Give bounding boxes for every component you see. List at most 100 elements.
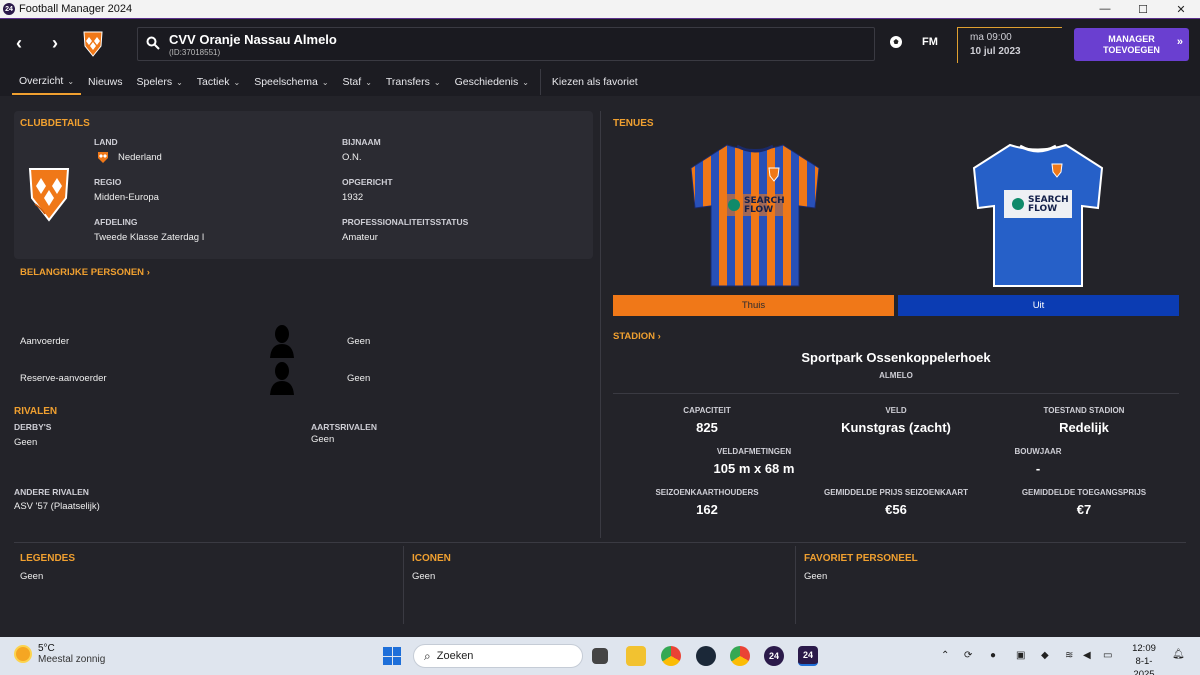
tab-geschiedenis[interactable]: Geschiedenis ⌄ [448, 69, 536, 95]
club-crest-large-icon [28, 168, 70, 222]
opgericht-label: OPGERICHT [342, 177, 393, 187]
football-icon[interactable] [889, 35, 903, 49]
chevron-down-icon: ⌄ [433, 77, 441, 87]
tab-label: Tactiek [196, 76, 230, 88]
weather-description: Meestal zonnig [38, 654, 106, 665]
weather-temperature: 5°C [38, 643, 55, 654]
sun-weather-icon [14, 645, 32, 663]
header-bar: ‹ › CVV Oranje Nassau Almelo (ID:3701855… [0, 18, 1200, 68]
kits-title: TENUES [613, 118, 654, 129]
taskbar-clock[interactable]: 12:09 8-1-2025 [1125, 642, 1163, 675]
chevron-down-icon: ⌄ [67, 76, 75, 86]
game-date: ma 09:00 10 jul 2023 [957, 27, 1062, 63]
chevron-right-icon: › [655, 331, 661, 342]
close-icon[interactable]: ✕ [1162, 0, 1200, 18]
capacity-value: 825 [696, 420, 718, 435]
away-shirt-image[interactable]: SEARCH FLOW [970, 140, 1106, 290]
vice-captain-value: Geen [347, 373, 371, 384]
security-shield-icon[interactable]: ◆ [1041, 650, 1049, 661]
afdeling-value[interactable]: Tweede Klasse Zaterdag I [94, 232, 204, 243]
club-crest-icon[interactable] [82, 29, 104, 57]
steam-icon[interactable] [696, 646, 716, 666]
avg-ticket-price-value: €7 [1076, 502, 1092, 517]
land-value[interactable]: Nederland [118, 152, 162, 163]
person-silhouette-icon[interactable] [269, 361, 295, 395]
window-titlebar: 24 Football Manager 2024 — ☐ ✕ [0, 0, 1200, 18]
app-logo-icon: 24 [3, 3, 15, 15]
tab-tactiek[interactable]: Tactiek ⌄ [190, 69, 247, 95]
build-year-label: BOUWJAAR [1014, 447, 1062, 456]
notification-bell-icon[interactable]: 🔔︎ [1172, 649, 1185, 660]
derby-label: DERBY'S [14, 422, 52, 432]
tab-transfers[interactable]: Transfers ⌄ [379, 69, 448, 95]
club-search-box[interactable]: CVV Oranje Nassau Almelo (ID:37018551) [137, 27, 875, 61]
tab-staf[interactable]: Staf ⌄ [336, 69, 379, 95]
tab-speelschema[interactable]: Speelschema ⌄ [247, 69, 335, 95]
club-nav-tabs: Overzicht ⌄ Nieuws Spelers ⌄ Tactiek ⌄ Spee… [0, 68, 1200, 96]
clock-date: 8-1-2025 [1133, 656, 1155, 675]
tab-overzicht[interactable]: Overzicht ⌄ [12, 69, 82, 95]
minimize-icon[interactable]: — [1086, 0, 1124, 18]
chevron-down-icon: ⌄ [522, 77, 529, 87]
fm-app-icon[interactable]: 24 [764, 646, 784, 666]
chevron-down-icon: ⌄ [321, 77, 329, 87]
capacity-label: CAPACITEIT [683, 406, 731, 415]
forward-arrow-icon[interactable]: › [52, 33, 58, 54]
legends-value: Geen [20, 571, 44, 582]
volume-icon[interactable]: ◀ [1083, 650, 1091, 661]
stadium-name: Sportpark Ossenkoppelerhoek [801, 350, 991, 365]
person-silhouette-icon[interactable] [269, 324, 295, 358]
maximize-icon[interactable]: ☐ [1124, 0, 1162, 18]
home-sponsor-text-2: FLOW [744, 205, 773, 215]
away-kit-tab[interactable]: Uit [898, 295, 1179, 316]
task-view-icon[interactable] [592, 648, 608, 664]
home-shirt-image[interactable]: SEARCH FLOW [687, 140, 823, 290]
file-explorer-icon[interactable] [626, 646, 646, 666]
bottom-divider [14, 542, 1186, 543]
tab-label: Kiezen als favoriet [551, 76, 638, 88]
rivals-title: RIVALEN [14, 406, 58, 417]
tab-spelers[interactable]: Spelers ⌄ [129, 69, 189, 95]
back-arrow-icon[interactable]: ‹ [16, 33, 22, 54]
legends-title: LEGENDES [20, 553, 76, 564]
arch-rivals-label: AARTSRIVALEN [311, 422, 377, 432]
tab-nieuws[interactable]: Nieuws [81, 69, 129, 95]
pitch-label: VELD [885, 406, 907, 415]
other-rivals-value[interactable]: ASV '57 (Plaatselijk) [14, 501, 100, 512]
chrome-profile-icon[interactable] [730, 646, 750, 666]
fm-logo-icon[interactable]: FM [922, 36, 938, 48]
status-value: Amateur [342, 232, 378, 243]
pitch-value: Kunstgras (zacht) [841, 420, 951, 435]
tab-label: Geschiedenis [454, 76, 519, 88]
captain-value: Geen [347, 336, 371, 347]
weather-widget[interactable]: 5°C Meestal zonnig [14, 643, 105, 665]
chevron-up-icon[interactable]: ⌃ [941, 650, 949, 661]
app-tray-icon[interactable]: ● [990, 650, 996, 661]
club-name: CVV Oranje Nassau Almelo [169, 32, 337, 47]
build-year-value: - [1035, 461, 1041, 476]
chrome-icon[interactable] [661, 646, 681, 666]
add-manager-button[interactable]: MANAGER TOEVOEGEN » [1074, 28, 1189, 61]
land-label: LAND [94, 137, 118, 147]
key-people-title[interactable]: BELANGRIJKE PERSONEN › [20, 267, 150, 278]
stadium-title-text: STADION [613, 331, 656, 342]
stadium-title[interactable]: STADION › [613, 331, 661, 342]
home-kit-tab[interactable]: Thuis [613, 295, 894, 316]
tab-kiezen-als-favoriet[interactable]: Kiezen als favoriet [545, 69, 645, 95]
wifi-icon[interactable]: ≋ [1065, 650, 1073, 661]
gpu-icon[interactable]: ▣ [1016, 650, 1025, 661]
bijnaam-value: O.N. [342, 152, 362, 163]
battery-icon[interactable]: ▭ [1103, 650, 1112, 661]
key-people-title-text: BELANGRIJKE PERSONEN [20, 267, 145, 278]
windows-start-icon[interactable] [383, 647, 401, 665]
stadium-condition-value: Redelijk [1059, 420, 1109, 435]
chevron-down-icon: ⌄ [176, 77, 183, 87]
captain-role: Aanvoerder [20, 336, 70, 347]
season-ticket-holders-label: SEIZOENKAARTHOUDERS [655, 488, 759, 497]
tab-label: Spelers [136, 76, 173, 88]
add-manager-label-2: TOEVOEGEN [1103, 45, 1160, 55]
fm-active-app-icon[interactable]: 24 [798, 646, 818, 666]
taskbar-search-box[interactable]: ⌕ Zoeken [413, 644, 583, 668]
sync-icon[interactable]: ⟳ [964, 650, 972, 661]
netherlands-flag-icon [98, 152, 108, 163]
